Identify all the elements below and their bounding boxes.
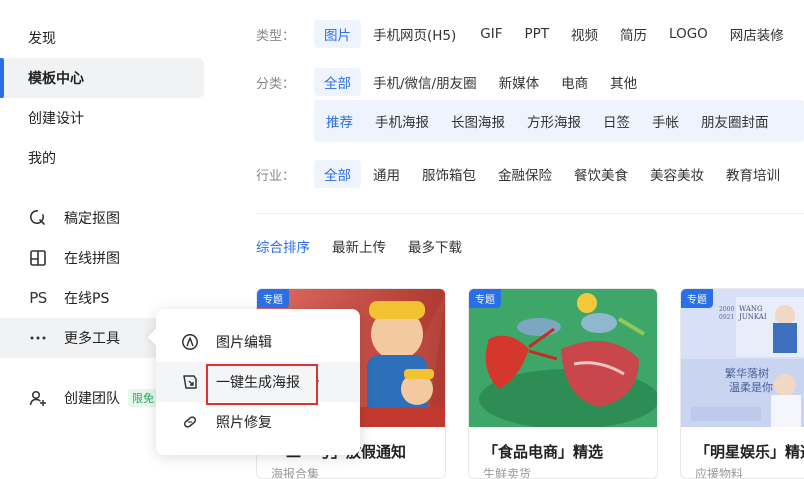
filter-category-option[interactable]: 其他 <box>600 68 647 96</box>
filter-type-option[interactable]: LOGO <box>659 20 718 48</box>
filter-industry-option[interactable]: 餐饮美食 <box>564 160 638 188</box>
filter-industry-option[interactable]: 服饰箱包 <box>412 160 486 188</box>
sidebar-item-discover[interactable]: 发现 <box>0 18 204 58</box>
filter-subcategory-option[interactable]: 手帐 <box>642 107 689 135</box>
filter-type-label: 类型： <box>256 28 296 44</box>
sidebar-tool-label: 在线PS <box>64 291 110 307</box>
sidebar-item-template-center[interactable]: 模板中心 <box>0 58 204 98</box>
popup-item-photo-repair[interactable]: 照片修复 <box>156 402 360 442</box>
sidebar-tool-cutout[interactable]: 稿定抠图 <box>0 198 204 238</box>
card-tag: 专题 <box>681 289 713 308</box>
filter-category-label: 分类： <box>256 76 296 92</box>
sort-most-downloads[interactable]: 最多下载 <box>408 236 462 256</box>
sidebar-tool-collage[interactable]: 在线拼图 <box>0 238 204 278</box>
filter-category-option[interactable]: 新媒体 <box>489 68 550 96</box>
card-subtitle: 海报合集 <box>271 467 320 479</box>
filter-subcategory-row: 推荐 手机海报 长图海报 方形海报 日签 手帐 朋友圈封面 <box>314 100 804 142</box>
sidebar-item-create-design[interactable]: 创建设计 <box>0 98 204 138</box>
card-title: 「明星娱乐」精选 <box>695 443 804 461</box>
filter-type-option[interactable]: 网店装修 <box>720 20 794 48</box>
card-tag: 专题 <box>257 289 289 308</box>
filter-type-option[interactable]: PPT <box>515 20 560 48</box>
popup-item-one-click-poster[interactable]: 一键生成海报 › <box>156 362 360 405</box>
filter-industry-option[interactable]: 教育培训 <box>716 160 790 188</box>
filter-type-option[interactable]: 视频 <box>561 20 608 48</box>
svg-text:JUNKAI: JUNKAI <box>738 313 767 321</box>
sidebar-item-label: 我的 <box>28 151 56 167</box>
poster-generate-icon <box>180 372 200 392</box>
card-title: 「食品电商」精选 <box>483 443 604 461</box>
sidebar-item-label: 发现 <box>28 31 56 47</box>
sort-tabs: 综合排序 最新上传 最多下载 <box>256 236 484 256</box>
sort-newest[interactable]: 最新上传 <box>332 236 386 256</box>
sidebar-tool-label: 更多工具 <box>64 331 120 347</box>
cutout-icon <box>28 208 48 228</box>
filter-type-row: 类型： 图片 手机网页(H5) GIF PPT 视频 简历 LOGO 网店装修 <box>256 20 796 48</box>
filter-industry-option[interactable]: 美容美妆 <box>640 160 714 188</box>
card-subtitle: 生鲜卖货 <box>483 467 532 479</box>
svg-text:0921: 0921 <box>719 314 734 321</box>
filter-industry-row: 行业： 全部 通用 服饰箱包 金融保险 餐饮美食 美容美妆 教育培训 <box>256 160 792 188</box>
popup-item-label: 照片修复 <box>216 415 272 431</box>
divider <box>256 213 804 214</box>
svg-text:繁华落树: 繁华落树 <box>725 366 769 380</box>
card-tag: 专题 <box>469 289 501 308</box>
filter-category-option[interactable]: 手机/微信/朋友圈 <box>363 68 487 96</box>
template-card[interactable]: 专题 「食品电商」精选 生鲜卖货 <box>468 288 658 479</box>
sidebar-tool-label: 在线拼图 <box>64 251 120 267</box>
filter-subcategory-option[interactable]: 长图海报 <box>441 107 515 135</box>
filter-subcategory-option[interactable]: 方形海报 <box>517 107 591 135</box>
sidebar-item-label: 创建设计 <box>28 111 84 127</box>
filter-type-option[interactable]: 手机网页(H5) <box>363 20 466 48</box>
collage-icon <box>28 248 48 268</box>
template-card[interactable]: 2000 0921 WANG JUNKAI 繁华落树 温柔是你 专题 「明星娱乐… <box>680 288 804 479</box>
template-thumbnail: 2000 0921 WANG JUNKAI 繁华落树 温柔是你 <box>681 289 804 427</box>
filter-type-option[interactable]: 简历 <box>610 20 657 48</box>
svg-text:2000: 2000 <box>719 306 734 313</box>
filter-type-option[interactable]: 图片 <box>314 20 361 48</box>
popup-item-label: 图片编辑 <box>216 335 272 351</box>
filter-subcategory-option[interactable]: 朋友圈封面 <box>691 107 779 135</box>
card-subtitle: 应援物料 <box>695 467 744 479</box>
sidebar-tool-label: 稿定抠图 <box>64 211 120 227</box>
sort-comprehensive[interactable]: 综合排序 <box>256 236 310 256</box>
filter-industry-option[interactable]: 金融保险 <box>488 160 562 188</box>
free-badge: 限免 <box>128 389 158 407</box>
sidebar-tool-label: 创建团队 <box>64 391 120 407</box>
more-tools-popup: 图片编辑 一键生成海报 › 照片修复 <box>156 309 360 455</box>
add-user-icon <box>28 388 48 408</box>
template-thumbnail <box>469 289 657 427</box>
filter-subcategory-option[interactable]: 日签 <box>593 107 640 135</box>
svg-text:WANG: WANG <box>739 305 763 313</box>
filter-category-option[interactable]: 全部 <box>314 68 361 96</box>
filter-subcategory-option[interactable]: 手机海报 <box>365 107 439 135</box>
ps-icon: PS <box>29 289 47 307</box>
image-edit-icon <box>180 332 200 352</box>
filter-type-option[interactable]: GIF <box>470 20 512 48</box>
svg-text:温柔是你: 温柔是你 <box>729 381 773 394</box>
filter-industry-option[interactable]: 全部 <box>314 160 361 188</box>
filter-category-option[interactable]: 电商 <box>551 68 598 96</box>
more-icon <box>28 328 48 348</box>
highlight-box <box>206 364 318 405</box>
sidebar-item-mine[interactable]: 我的 <box>0 138 204 178</box>
filter-subcategory-option[interactable]: 推荐 <box>316 107 363 135</box>
filter-category-row: 分类： 全部 手机/微信/朋友圈 新媒体 电商 其他 <box>256 68 649 96</box>
sidebar-item-label: 模板中心 <box>28 71 84 87</box>
photo-repair-icon <box>180 412 200 432</box>
filter-industry-option[interactable]: 通用 <box>363 160 410 188</box>
popup-item-image-edit[interactable]: 图片编辑 <box>156 322 360 362</box>
filter-industry-label: 行业： <box>256 168 296 184</box>
